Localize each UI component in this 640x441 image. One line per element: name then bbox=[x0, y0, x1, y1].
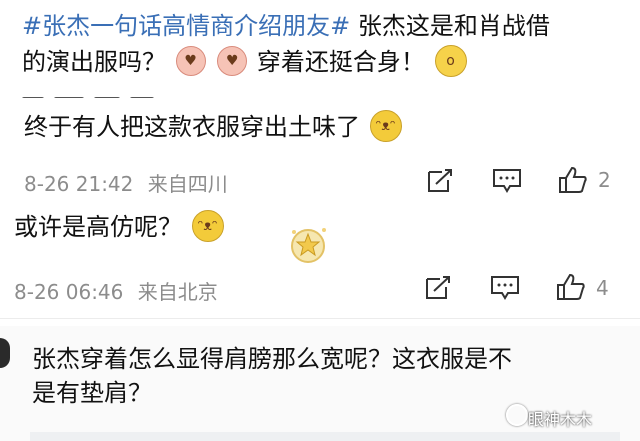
love-eyes-emoji-icon: ♥ bbox=[175, 46, 206, 76]
comment-2-time: 8-26 06:46 bbox=[14, 280, 124, 304]
comment-icon[interactable] bbox=[490, 275, 520, 301]
cropped-username-row bbox=[28, 322, 158, 330]
input-bar-edge bbox=[30, 432, 620, 441]
post-text: #张杰一句话高情商介绍朋友# 张杰这是和肖战借 的演出服吗？ ♥ ♥ 穿着还挺合… bbox=[22, 8, 632, 80]
comment-2-source: 来自北京 bbox=[137, 280, 218, 304]
post-line1-text: 张杰这是和肖战借 bbox=[357, 12, 550, 40]
laugh-cry-emoji-icon: ᵔᴥᵔ bbox=[369, 110, 402, 142]
laugh-cry-emoji-icon: ᵔᴥᵔ bbox=[191, 210, 224, 242]
cropped-text-row bbox=[22, 88, 192, 98]
share-icon[interactable] bbox=[426, 168, 454, 194]
post-line-2: 的演出服吗？ ♥ ♥ 穿着还挺合身！ o bbox=[22, 44, 632, 80]
reply-line-2: 是有垫肩？ bbox=[32, 379, 152, 407]
comment-meta: 8-26 06:46 来自北京 bbox=[14, 276, 218, 305]
reply-text: 张杰穿着怎么显得肩膀那么宽呢？这衣服是不 是有垫肩？ bbox=[32, 342, 632, 410]
comment-1-source: 来自四川 bbox=[147, 172, 228, 196]
shocked-emoji-icon: o bbox=[434, 45, 467, 77]
comment-meta: 8-26 21:42 来自四川 bbox=[24, 168, 228, 197]
comment-2-text: 或许是高仿呢？ bbox=[14, 213, 182, 241]
watermark-text: 眼神木木 bbox=[528, 410, 593, 429]
watermark-icon bbox=[506, 404, 528, 426]
post-hashtag[interactable]: #张杰一句话高情商介绍朋友# bbox=[22, 12, 350, 40]
comment-icon[interactable] bbox=[492, 168, 522, 194]
comment-text: 终于有人把这款衣服穿出土味了 ᵔᴥᵔ bbox=[24, 110, 404, 144]
post-line-1: #张杰一句话高情商介绍朋友# 张杰这是和肖战借 bbox=[22, 8, 632, 44]
thumbs-up-icon[interactable] bbox=[558, 166, 588, 194]
like-count: 2 bbox=[598, 168, 611, 192]
love-eyes-emoji-icon: ♥ bbox=[217, 46, 248, 76]
comment-text: 或许是高仿呢？ ᵔᴥᵔ bbox=[14, 210, 226, 244]
reply-line-1: 张杰穿着怎么显得肩膀那么宽呢？这衣服是不 bbox=[32, 345, 512, 373]
comment-1-time: 8-26 21:42 bbox=[24, 172, 134, 196]
medal-badge-icon bbox=[291, 228, 326, 263]
comment-1-text: 终于有人把这款衣服穿出土味了 bbox=[24, 113, 360, 141]
like-count: 4 bbox=[596, 276, 609, 300]
thumbs-up-icon[interactable] bbox=[556, 273, 586, 301]
post-line2-text-b: 穿着还挺合身！ bbox=[256, 48, 425, 76]
divider bbox=[0, 318, 640, 319]
share-icon[interactable] bbox=[424, 275, 452, 301]
post-line2-text-a: 的演出服吗？ bbox=[22, 48, 166, 76]
